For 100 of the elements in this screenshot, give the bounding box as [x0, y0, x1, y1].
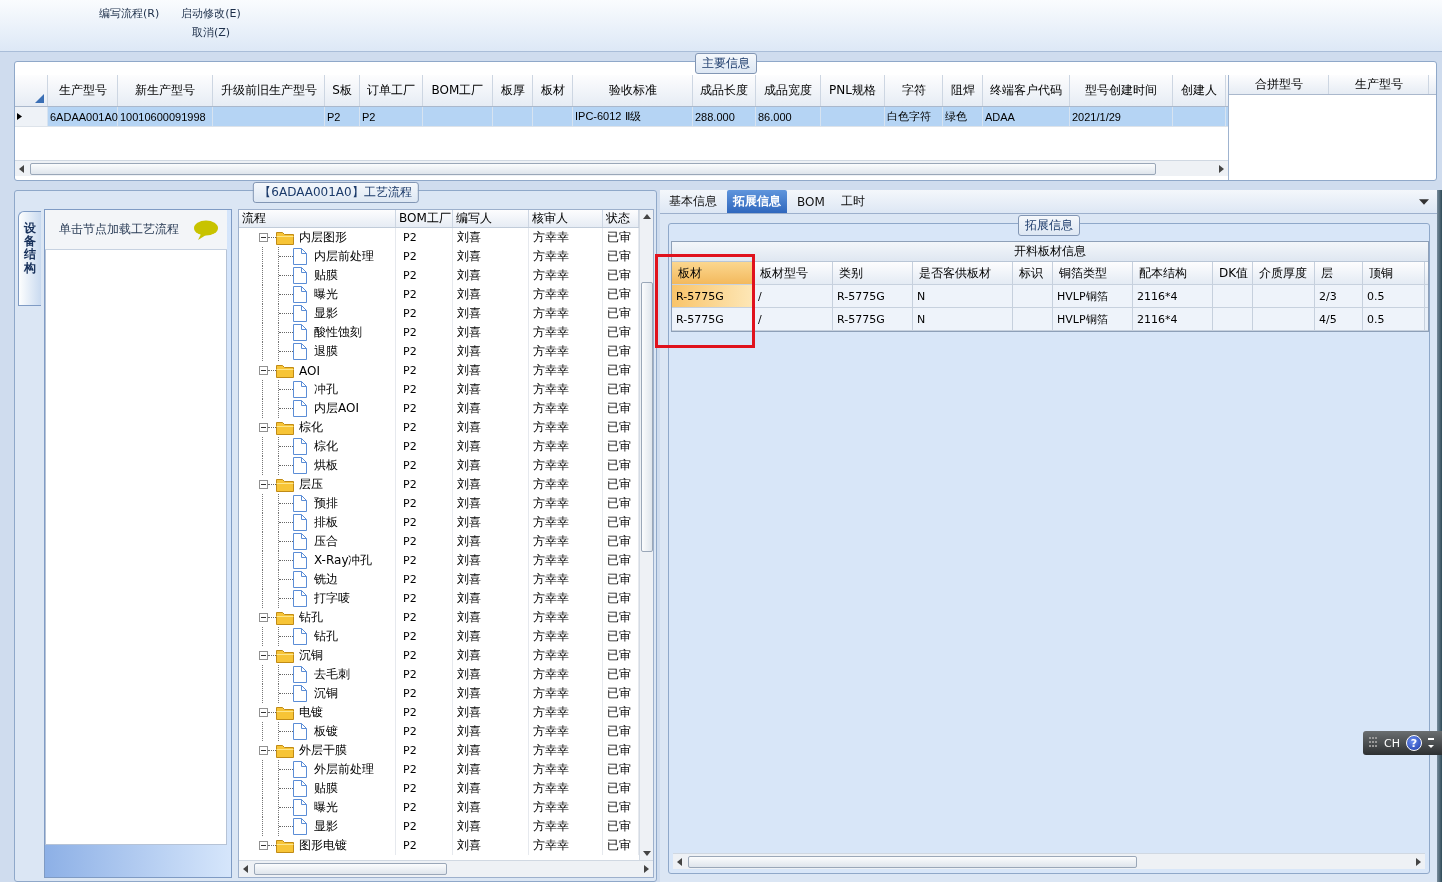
column-header[interactable]: 层: [1315, 262, 1363, 284]
scroll-thumb[interactable]: [640, 282, 653, 552]
scroll-thumb[interactable]: [688, 855, 1137, 868]
tree-row[interactable]: 冲孔 P2 刘喜 方幸幸 已审: [239, 380, 639, 399]
scroll-right-icon[interactable]: [641, 864, 651, 874]
column-header[interactable]: DK值: [1213, 262, 1253, 284]
tree-row[interactable]: 显影 P2 刘喜 方幸幸 已审: [239, 817, 639, 836]
tree-row[interactable]: 钻孔 P2 刘喜 方幸幸 已审: [239, 627, 639, 646]
tree-row[interactable]: 显影 P2 刘喜 方幸幸 已审: [239, 304, 639, 323]
column-header[interactable]: BOM工厂: [396, 210, 453, 227]
horizontal-scrollbar[interactable]: [15, 160, 1228, 176]
expander-icon[interactable]: [259, 366, 268, 375]
tree-row[interactable]: 排板 P2 刘喜 方幸幸 已审: [239, 513, 639, 532]
table-row[interactable]: R-5775G / R-5775G N HVLP铜箔 2116*4 2/3 0.5: [672, 285, 1428, 308]
column-header[interactable]: 阻焊: [943, 75, 983, 106]
scroll-left-icon[interactable]: [675, 856, 685, 867]
tree-row[interactable]: 内层前处理 P2 刘喜 方幸幸 已审: [239, 247, 639, 266]
expander-icon[interactable]: [259, 233, 268, 242]
expander-icon[interactable]: [259, 480, 268, 489]
column-header[interactable]: 板材: [533, 75, 573, 106]
expander-icon[interactable]: [259, 651, 268, 660]
column-header[interactable]: 配本结构: [1133, 262, 1213, 284]
column-header[interactable]: 生产型号: [1329, 75, 1429, 94]
column-header[interactable]: 创建人: [1173, 75, 1226, 106]
toolbar-button[interactable]: 取消(Z): [189, 24, 233, 41]
column-header[interactable]: 型号创建时间: [1070, 75, 1173, 106]
tab[interactable]: 基本信息: [663, 190, 723, 213]
column-header[interactable]: 板材型号: [754, 262, 833, 284]
tree-row[interactable]: 贴膜 P2 刘喜 方幸幸 已审: [239, 779, 639, 798]
expander-icon[interactable]: [259, 746, 268, 755]
column-header[interactable]: 升级前旧生产型号: [213, 75, 325, 106]
scroll-thumb[interactable]: [30, 162, 1156, 175]
tree-row[interactable]: 棕化 P2 刘喜 方幸幸 已审: [239, 437, 639, 456]
tab[interactable]: BOM: [791, 190, 831, 213]
scroll-right-icon[interactable]: [1413, 856, 1423, 867]
tree-row[interactable]: 板镀 P2 刘喜 方幸幸 已审: [239, 722, 639, 741]
column-header[interactable]: 新生产型号: [118, 75, 213, 106]
column-header[interactable]: 字符: [885, 75, 943, 106]
tree-row[interactable]: 曝光 P2 刘喜 方幸幸 已审: [239, 285, 639, 304]
focused-cell[interactable]: R-5775G: [672, 285, 754, 307]
tree-row[interactable]: 图形电镀 P2 刘喜 方幸幸 已审: [239, 836, 639, 855]
horizontal-scrollbar[interactable]: [239, 860, 653, 877]
tree-row[interactable]: 打字唛 P2 刘喜 方幸幸 已审: [239, 589, 639, 608]
tree-row[interactable]: 沉铜 P2 刘喜 方幸幸 已审: [239, 646, 639, 665]
tree-row[interactable]: AOI P2 刘喜 方幸幸 已审: [239, 361, 639, 380]
tree-row[interactable]: 曝光 P2 刘喜 方幸幸 已审: [239, 798, 639, 817]
tree-row[interactable]: X-Ray冲孔 P2 刘喜 方幸幸 已审: [239, 551, 639, 570]
expander-icon[interactable]: [259, 423, 268, 432]
tree-row[interactable]: 铣边 P2 刘喜 方幸幸 已审: [239, 570, 639, 589]
scroll-left-icon[interactable]: [241, 864, 251, 874]
tree-row[interactable]: 外层干膜 P2 刘喜 方幸幸 已审: [239, 741, 639, 760]
tree-row[interactable]: 电镀 P2 刘喜 方幸幸 已审: [239, 703, 639, 722]
grip-icon[interactable]: [1369, 737, 1378, 749]
column-header[interactable]: 订单工厂: [360, 75, 423, 106]
column-header[interactable]: 流程: [239, 210, 396, 227]
column-header[interactable]: 类别: [833, 262, 913, 284]
language-button[interactable]: CH: [1384, 736, 1400, 750]
tree-row[interactable]: 退膜 P2 刘喜 方幸幸 已审: [239, 342, 639, 361]
tree-row[interactable]: 钻孔 P2 刘喜 方幸幸 已审: [239, 608, 639, 627]
expander-icon[interactable]: [259, 613, 268, 622]
column-header[interactable]: PNL规格: [821, 75, 885, 106]
tree-row[interactable]: 层压 P2 刘喜 方幸幸 已审: [239, 475, 639, 494]
scroll-up-icon[interactable]: [641, 212, 652, 222]
tree-row[interactable]: 烘板 P2 刘喜 方幸幸 已审: [239, 456, 639, 475]
tree-row[interactable]: 棕化 P2 刘喜 方幸幸 已审: [239, 418, 639, 437]
column-header[interactable]: 顶铜: [1363, 262, 1425, 284]
column-header[interactable]: 铜箔类型: [1053, 262, 1133, 284]
column-header[interactable]: 板厚: [493, 75, 533, 106]
dropdown-caret-icon[interactable]: [1419, 198, 1429, 205]
scroll-left-icon[interactable]: [17, 163, 27, 174]
expander-icon[interactable]: [259, 841, 268, 850]
toolbar-button[interactable]: 启动修改(E): [179, 5, 243, 22]
column-header[interactable]: 成品长度: [693, 75, 756, 106]
tab[interactable]: 工时: [834, 190, 871, 213]
tree-row[interactable]: 酸性蚀刻 P2 刘喜 方幸幸 已审: [239, 323, 639, 342]
column-header[interactable]: 成品宽度: [756, 75, 821, 106]
column-header[interactable]: 编写人: [453, 210, 529, 227]
side-tab[interactable]: 设备结构: [18, 211, 41, 306]
expander-icon[interactable]: [259, 708, 268, 717]
table-row[interactable]: R-5775G / R-5775G N HVLP铜箔 2116*4 4/5 0.5: [672, 308, 1428, 331]
column-header[interactable]: 板材: [672, 262, 754, 284]
tree-row[interactable]: 去毛刺 P2 刘喜 方幸幸 已审: [239, 665, 639, 684]
tree-row[interactable]: 内层AOI P2 刘喜 方幸幸 已审: [239, 399, 639, 418]
column-header[interactable]: 标识: [1013, 262, 1053, 284]
scroll-right-icon[interactable]: [1216, 163, 1226, 174]
help-button[interactable]: ?: [1405, 735, 1422, 751]
tree-row[interactable]: 外层前处理 P2 刘喜 方幸幸 已审: [239, 760, 639, 779]
tab[interactable]: 拓展信息: [727, 190, 787, 213]
toolbar-button[interactable]: 编写流程(R): [97, 5, 162, 22]
scroll-thumb[interactable]: [254, 863, 447, 875]
column-header[interactable]: 合拼型号: [1229, 75, 1329, 94]
table-row[interactable]: 6ADAA001A0 10010600091998 P2 P2 IPC-6012 Ⅱ级 288.000 86.000 白色字符 绿色 ADAA 2021/1/29: [15, 107, 1228, 127]
vertical-scrollbar[interactable]: [639, 210, 653, 860]
column-header[interactable]: 生产型号: [48, 75, 118, 106]
column-header[interactable]: 核审人: [529, 210, 603, 227]
tree-row[interactable]: 内层图形 P2 刘喜 方幸幸 已审: [239, 228, 639, 247]
tree-row[interactable]: 压合 P2 刘喜 方幸幸 已审: [239, 532, 639, 551]
column-header[interactable]: 是否客供板材: [913, 262, 1013, 284]
tree-row[interactable]: 贴膜 P2 刘喜 方幸幸 已审: [239, 266, 639, 285]
column-header[interactable]: 终端客户代码: [983, 75, 1070, 106]
